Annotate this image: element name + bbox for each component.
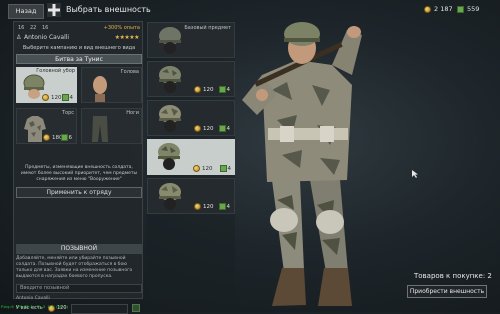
- cross-emblem-icon: [47, 3, 61, 17]
- xp-bonus-label: +300% опыта: [103, 25, 140, 31]
- soldier-class-icon: ♙: [16, 34, 22, 41]
- mouse-cursor-icon: [412, 170, 418, 178]
- callsign-description: Добавляйте, меняйте или убирайте позывно…: [16, 256, 133, 279]
- callsign-owner-name: Antonio Cavalli: [16, 296, 50, 301]
- coin-icon: [194, 86, 201, 93]
- helmet-icon: [159, 105, 181, 132]
- coin-icon: [193, 165, 200, 172]
- campaign-tab-tunisia[interactable]: Битва за Тунис: [16, 54, 142, 64]
- soldier-panel: 16 22 16 +300% опыта ♙ Antonio Cavalli ★…: [13, 21, 143, 314]
- item-price: 120: [194, 86, 214, 93]
- page-title: Выбрать внешность: [66, 5, 151, 14]
- campaign-hint: Выберите кампанию и вид внешнего вида: [22, 45, 136, 51]
- ticket-icon: [60, 134, 68, 141]
- callsign-input[interactable]: Введите позывной: [16, 284, 142, 293]
- slot-label: Голова: [120, 69, 139, 75]
- helmet-icon: [159, 183, 181, 210]
- helmet-icon: [159, 27, 181, 54]
- helmet-icon: [159, 66, 181, 93]
- rank-stars: ★★★★★: [114, 34, 140, 41]
- slot-label: Ноги: [126, 110, 139, 116]
- debug-overlay: Ping:0 FPS:38.8 (8)-5 1.5 (2k:7): [1, 305, 69, 309]
- item-price: 120: [194, 125, 214, 132]
- silver-balance: 2 187: [424, 5, 453, 13]
- priority-warning: Предметы, изменяющие внешность солдата, …: [20, 165, 138, 182]
- slot-legs[interactable]: Ноги: [81, 108, 142, 144]
- slot-ticket-count: 4: [61, 94, 73, 101]
- callsign-header: ПОЗЫВНОЙ: [16, 244, 142, 254]
- coin-icon: [194, 125, 201, 132]
- pants-icon: [92, 116, 108, 142]
- ticket-icon: [61, 94, 69, 101]
- item-price: 120: [194, 203, 214, 210]
- callsign-confirm-button[interactable]: [132, 304, 140, 312]
- slot-price: 120: [42, 94, 62, 101]
- gold-balance: 559: [457, 5, 479, 13]
- silver-amount: 2 187: [434, 5, 453, 13]
- player-name-row: ♙ Antonio Cavalli ★★★★★: [16, 34, 142, 43]
- stat-kills: 16: [42, 25, 49, 31]
- silver-coin-icon: [424, 5, 431, 13]
- slot-label: Торс: [61, 110, 74, 116]
- player-stats-row: 16 22 16 +300% опыта: [16, 24, 142, 34]
- helmet-icon: [158, 143, 180, 170]
- slot-headgear[interactable]: Головной убор 120 4: [16, 67, 77, 103]
- face-icon: [93, 76, 107, 102]
- slot-ticket-count: 6: [60, 134, 72, 141]
- coin-icon: [43, 134, 50, 141]
- soldier-preview: [242, 22, 362, 306]
- back-button[interactable]: Назад: [8, 4, 44, 19]
- apply-to-squad-button[interactable]: Применить к отряду: [16, 187, 142, 198]
- buy-appearance-button[interactable]: Приобрести внешность: [407, 285, 487, 298]
- soldier-name: Antonio Cavalli: [24, 34, 70, 41]
- stat-xp: 22: [30, 25, 37, 31]
- coin-icon: [194, 203, 201, 210]
- slot-head[interactable]: Голова: [81, 67, 142, 103]
- slot-torso[interactable]: Торс 180 6: [16, 108, 77, 144]
- stat-level: 16: [18, 25, 25, 31]
- gold-amount: 559: [467, 5, 480, 13]
- cart-summary: Товаров к покупке: 2: [414, 272, 492, 280]
- coin-icon: [42, 94, 49, 101]
- wallet-field: [71, 304, 128, 314]
- gold-ticket-icon: [457, 5, 464, 13]
- item-price: 120: [193, 165, 213, 172]
